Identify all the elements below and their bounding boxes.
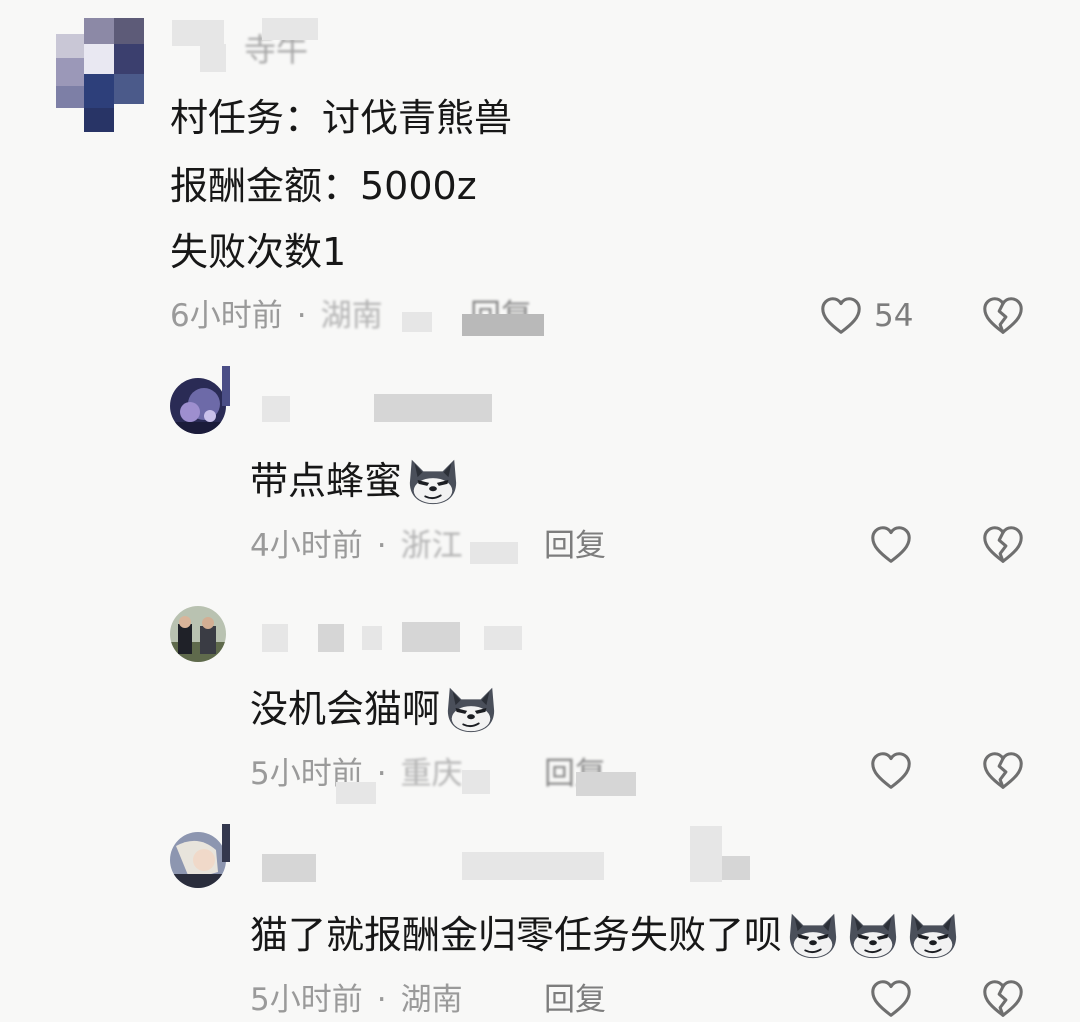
avatar-badge bbox=[222, 366, 230, 406]
dislike-broken-heart-icon[interactable] bbox=[980, 293, 1026, 339]
reply-text: 猫了就报酬金归零任务失败了呗 bbox=[250, 908, 962, 962]
avatar[interactable] bbox=[170, 606, 226, 662]
username-redacted[interactable] bbox=[722, 856, 750, 880]
reply-text: 没机会猫啊 bbox=[250, 682, 500, 736]
reply-text: 带点蜂蜜 bbox=[250, 454, 462, 508]
username-redacted[interactable] bbox=[402, 622, 460, 652]
reply-redacted bbox=[576, 772, 636, 796]
like-heart-icon[interactable] bbox=[868, 748, 914, 794]
username-redacted[interactable] bbox=[362, 626, 382, 650]
reply-button[interactable]: 回复 bbox=[544, 528, 606, 564]
reply-button[interactable]: 回复 bbox=[544, 982, 606, 1018]
region-redacted bbox=[402, 312, 432, 332]
wolf-emoji-icon bbox=[844, 908, 902, 962]
wolf-emoji-icon bbox=[442, 682, 500, 736]
like-heart-icon[interactable] bbox=[818, 293, 864, 339]
dislike-broken-heart-icon[interactable] bbox=[980, 976, 1026, 1022]
comment-region: 湖南 bbox=[400, 982, 463, 1018]
username-redacted[interactable] bbox=[172, 20, 224, 46]
username-redacted[interactable] bbox=[690, 826, 722, 882]
wolf-emoji-icon bbox=[784, 908, 842, 962]
username-redacted bbox=[262, 18, 318, 40]
username-redacted[interactable] bbox=[262, 854, 316, 882]
username-redacted[interactable] bbox=[484, 626, 522, 650]
comment-meta: 5小时前 · 湖南 bbox=[250, 982, 463, 1018]
meta-separator: · bbox=[376, 756, 387, 792]
avatar[interactable] bbox=[170, 832, 226, 888]
comment-time: 5小时前 bbox=[250, 982, 363, 1018]
like-count: 54 bbox=[874, 298, 914, 334]
username-redacted[interactable] bbox=[200, 44, 226, 72]
comment-line: 报酬金额：5000z bbox=[170, 164, 477, 208]
reply-item: 带点蜂蜜 4小时前 · 浙江 回复 bbox=[0, 362, 1080, 582]
comment-region: 湖南 bbox=[320, 298, 383, 334]
comment-region: 重庆 bbox=[400, 756, 463, 792]
reply-item: 没机会猫啊 5小时前 · 重庆 回复 bbox=[0, 592, 1080, 814]
wolf-emoji-icon bbox=[404, 454, 462, 508]
username-redacted[interactable] bbox=[462, 852, 604, 880]
region-redacted bbox=[470, 542, 518, 564]
username-redacted[interactable] bbox=[318, 624, 344, 652]
dislike-broken-heart-icon[interactable] bbox=[980, 522, 1026, 568]
comment-line: 失败次数1 bbox=[170, 230, 347, 274]
dislike-broken-heart-icon[interactable] bbox=[980, 748, 1026, 794]
username-redacted[interactable] bbox=[262, 624, 288, 652]
wolf-emoji-icon bbox=[904, 908, 962, 962]
comment-time: 6小时前 bbox=[170, 298, 283, 334]
avatar[interactable] bbox=[170, 378, 226, 434]
comment-region: 浙江 bbox=[400, 528, 463, 564]
meta-separator: · bbox=[376, 528, 387, 564]
like-heart-icon[interactable] bbox=[868, 976, 914, 1022]
comment-line: 村任务：讨伐青熊兽 bbox=[170, 96, 513, 140]
meta-separator: · bbox=[376, 982, 387, 1018]
reply-item: 猫了就报酬金归零任务失败了呗 5小时前 · 湖南 回复 bbox=[0, 816, 1080, 1022]
reply-text-content: 没机会猫啊 bbox=[250, 687, 441, 731]
reply-text-content: 带点蜂蜜 bbox=[250, 459, 403, 503]
comment-meta: 6小时前 · 湖南 bbox=[170, 298, 383, 334]
username-redacted[interactable] bbox=[374, 394, 492, 422]
avatar-badge bbox=[222, 824, 230, 862]
region-redacted bbox=[336, 782, 376, 804]
reply-text-content: 猫了就报酬金归零任务失败了呗 bbox=[250, 913, 783, 957]
comment-item: 寺牛 村任务：讨伐青熊兽 报酬金额：5000z 失败次数1 6小时前·湖南 回复… bbox=[0, 0, 1080, 350]
username-redacted[interactable] bbox=[262, 396, 290, 422]
comment-time: 4小时前 bbox=[250, 528, 363, 564]
region-redacted bbox=[462, 770, 490, 794]
comment-meta: 4小时前 · 浙江 bbox=[250, 528, 463, 564]
meta-separator: · bbox=[296, 298, 307, 334]
avatar[interactable] bbox=[56, 14, 146, 132]
reply-redacted bbox=[462, 314, 544, 336]
like-heart-icon[interactable] bbox=[868, 522, 914, 568]
